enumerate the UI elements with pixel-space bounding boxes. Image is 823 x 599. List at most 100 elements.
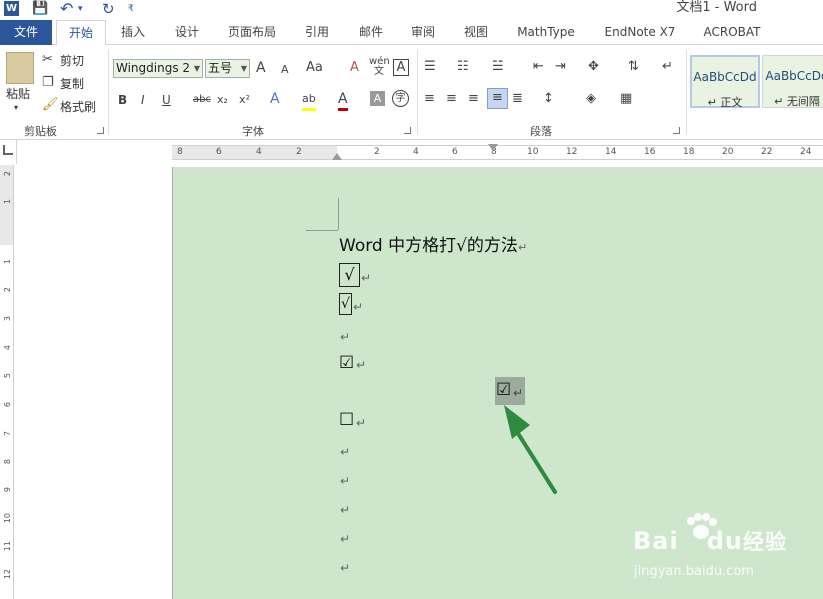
strikethrough-button[interactable]: abc bbox=[193, 91, 211, 109]
window-title: 文档1 - Word bbox=[676, 0, 757, 15]
borders-icon[interactable]: ▦ bbox=[620, 90, 632, 108]
font-size-combo[interactable]: 五号 ▼ bbox=[205, 59, 250, 78]
copy-icon: ❐ bbox=[42, 75, 54, 90]
tab-home[interactable]: 开始 bbox=[56, 20, 106, 46]
tab-mailings[interactable]: 邮件 bbox=[350, 20, 392, 45]
ruler-margin bbox=[172, 146, 337, 159]
style-no-spacing[interactable]: AaBbCcDd ↵ 无间隔 bbox=[762, 55, 823, 108]
change-case-icon[interactable]: Aa bbox=[306, 59, 323, 77]
undo-dropdown-icon[interactable]: ▾ bbox=[78, 0, 83, 18]
tab-review[interactable]: 审阅 bbox=[402, 20, 444, 45]
ruler-number: 22 bbox=[761, 147, 773, 157]
tab-design[interactable]: 设计 bbox=[166, 20, 208, 45]
paragraph-mark: ↵ bbox=[356, 358, 367, 372]
tab-references[interactable]: 引用 bbox=[296, 20, 338, 45]
tab-endnote[interactable]: EndNote X7 bbox=[596, 20, 684, 45]
clipboard-launcher-icon[interactable] bbox=[97, 127, 104, 134]
justify-icon[interactable]: ≡ bbox=[487, 88, 508, 109]
line-spacing-icon[interactable]: ↕ bbox=[543, 90, 554, 108]
cut-button[interactable]: 剪切 bbox=[60, 53, 84, 69]
enclose-characters-icon[interactable]: 字 bbox=[392, 90, 409, 107]
highlight-color-icon[interactable]: ab bbox=[302, 90, 316, 111]
bullets-icon[interactable]: ☰ bbox=[424, 58, 436, 76]
paste-icon[interactable] bbox=[6, 52, 34, 84]
grow-font-icon[interactable]: A bbox=[256, 59, 266, 77]
align-center-icon[interactable]: ≡ bbox=[446, 90, 457, 108]
chevron-down-icon[interactable]: ▼ bbox=[194, 60, 200, 77]
copy-button[interactable]: 复制 bbox=[60, 76, 84, 92]
ruler-number: 6 bbox=[452, 147, 458, 157]
word-app-icon: W bbox=[4, 1, 19, 16]
shading-icon[interactable]: ◈ bbox=[586, 90, 596, 108]
italic-button[interactable]: I bbox=[141, 91, 145, 109]
tab-file[interactable]: 文件 bbox=[0, 20, 52, 45]
document-heading[interactable]: Word 中方格打√的方法↵ bbox=[339, 236, 527, 258]
bold-button[interactable]: B bbox=[118, 91, 127, 109]
ruler-number: 8 bbox=[3, 459, 12, 465]
font-size-value: 五号 bbox=[208, 61, 233, 75]
paragraph-launcher-icon[interactable] bbox=[673, 127, 680, 134]
style-name: ↵ 无间隔 bbox=[774, 95, 820, 108]
shrink-font-icon[interactable]: A bbox=[281, 61, 289, 79]
tab-view[interactable]: 视图 bbox=[455, 20, 497, 45]
watermark-brand-cn: 经验 bbox=[742, 530, 787, 554]
ruler-number: 4 bbox=[256, 147, 262, 157]
subscript-button[interactable]: x₂ bbox=[217, 91, 228, 109]
decrease-indent-icon[interactable]: ⇤ bbox=[533, 58, 544, 76]
tab-insert[interactable]: 插入 bbox=[112, 20, 154, 45]
crop-mark bbox=[306, 230, 338, 231]
ruler-number: 9 bbox=[3, 487, 12, 493]
font-color-icon[interactable]: A bbox=[338, 90, 348, 111]
save-icon[interactable]: 💾 bbox=[32, 0, 48, 18]
crop-mark bbox=[338, 198, 339, 230]
empty-box-symbol[interactable]: ☐ bbox=[339, 410, 354, 430]
character-border-icon[interactable]: A bbox=[393, 59, 409, 76]
increase-indent-icon[interactable]: ⇥ bbox=[555, 58, 566, 76]
checked-box-symbol[interactable]: ☑ bbox=[339, 353, 354, 373]
ruler-number: 2 bbox=[3, 287, 12, 293]
tab-mathtype[interactable]: MathType bbox=[509, 20, 583, 45]
customize-qat-icon[interactable]: ₹ bbox=[128, 0, 134, 18]
paragraph-mark: ↵ bbox=[340, 445, 351, 459]
distributed-icon[interactable]: ≣ bbox=[512, 90, 523, 108]
ruler-number: 10 bbox=[527, 147, 539, 157]
style-normal[interactable]: AaBbCcDd ↵ 正文 bbox=[690, 55, 760, 109]
chevron-down-icon[interactable]: ▼ bbox=[241, 60, 247, 77]
align-left-icon[interactable]: ≡ bbox=[424, 90, 435, 108]
multilevel-list-icon[interactable]: ☱ bbox=[492, 58, 504, 76]
font-launcher-icon[interactable] bbox=[404, 127, 411, 134]
undo-icon[interactable]: ↶ bbox=[60, 0, 73, 18]
tab-page-layout[interactable]: 页面布局 bbox=[220, 20, 284, 45]
underline-button[interactable]: U bbox=[162, 91, 171, 109]
watermark-brand-rest: du bbox=[706, 527, 743, 555]
annotation-arrow-icon bbox=[504, 405, 557, 494]
narrow-boxed-check-mark[interactable]: √ bbox=[339, 293, 352, 315]
align-right-icon[interactable]: ≡ bbox=[468, 90, 479, 108]
watermark-brand: Bai bbox=[633, 527, 679, 555]
show-paragraph-marks-icon[interactable]: ↵ bbox=[662, 58, 673, 76]
ruler-number: 2 bbox=[296, 147, 302, 157]
ruler-number: 12 bbox=[3, 569, 12, 580]
format-painter-button[interactable]: 格式刷 bbox=[60, 99, 96, 115]
tab-acrobat[interactable]: ACROBAT bbox=[696, 20, 768, 45]
clear-formatting-icon[interactable]: A bbox=[350, 59, 359, 77]
redo-icon[interactable]: ↻ bbox=[102, 0, 115, 18]
phonetic-guide-icon[interactable]: wén 文 bbox=[369, 57, 390, 77]
text-effects-icon[interactable]: A bbox=[270, 90, 280, 108]
vertical-ruler[interactable]: 2 1 1 2 3 4 5 6 7 8 9 10 11 12 bbox=[0, 165, 14, 599]
tab-selector[interactable] bbox=[0, 140, 17, 164]
paragraph-mark: ↵ bbox=[353, 300, 364, 314]
paste-dropdown-icon[interactable]: ▾ bbox=[14, 100, 18, 116]
chinese-layout-icon[interactable]: ✥ bbox=[588, 58, 599, 76]
character-shading-icon[interactable]: A bbox=[370, 91, 385, 106]
numbering-icon[interactable]: ☷ bbox=[457, 58, 469, 76]
horizontal-ruler[interactable]: 8 6 4 2 2 4 6 8 10 12 14 16 18 20 22 24 bbox=[172, 144, 823, 160]
first-line-indent-marker[interactable] bbox=[488, 144, 498, 151]
font-name-combo[interactable]: Wingdings 2 ▼ bbox=[113, 59, 203, 78]
sort-icon[interactable]: ⇅ bbox=[628, 58, 639, 76]
boxed-check-mark[interactable]: √ bbox=[339, 263, 360, 287]
paragraph-mark: ↵ bbox=[361, 271, 372, 285]
superscript-button[interactable]: x² bbox=[239, 91, 250, 109]
left-indent-marker[interactable] bbox=[332, 153, 342, 160]
ruler-number: 12 bbox=[566, 147, 578, 157]
